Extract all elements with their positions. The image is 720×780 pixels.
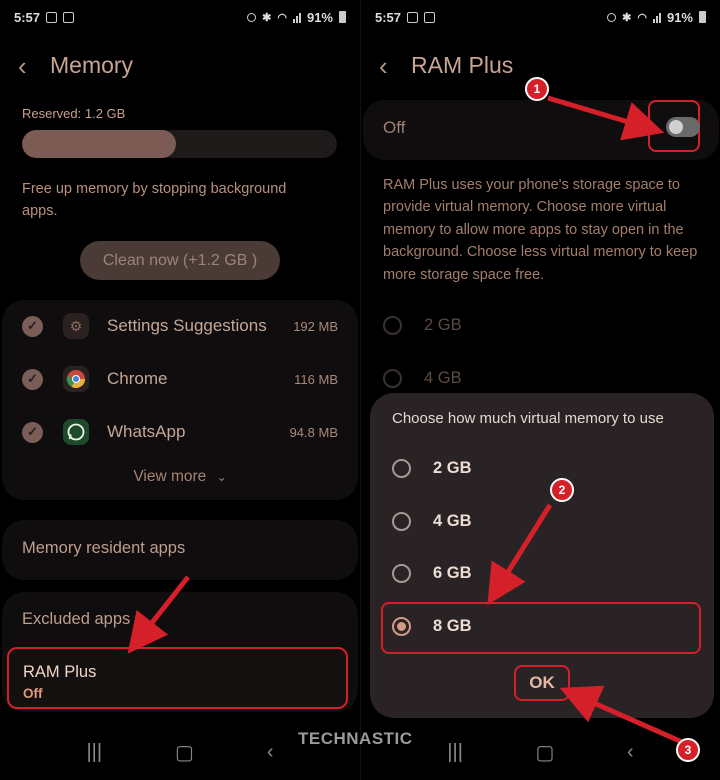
option-label: 4 GB [433,512,472,530]
gallery-icon [46,11,58,23]
bg-option-label: 2 GB [424,316,462,334]
option-2gb[interactable]: 2 GB [392,459,472,478]
checkbox-checked-icon[interactable]: ✓ [22,315,43,337]
bg-option-2gb: 2 GB [383,316,462,335]
ok-button[interactable]: OK [514,665,570,701]
ram-plus-toggle[interactable] [666,117,700,137]
option-label: 6 GB [433,564,472,582]
view-more-button[interactable]: View more ⌄ [2,468,358,486]
battery-icon [699,11,706,23]
bg-option-label: 4 GB [424,369,462,387]
screenshot-icon [424,11,436,23]
app-row-chrome[interactable]: ✓ Chrome 116 MB [2,359,358,399]
clean-now-button[interactable]: Clean now (+1.2 GB ) [80,241,280,280]
ram-plus-screen: 5:57 ✱ ◠ 91% ‹ RAM Plus Off RAM Plus use… [360,0,720,780]
battery-percent: 91% [306,9,333,25]
checkbox-checked-icon[interactable]: ✓ [22,421,43,443]
battery-icon [339,11,346,23]
app-size: 116 MB [294,371,338,387]
radio-icon[interactable] [392,564,411,583]
annotation-highlight-8gb [381,602,701,654]
app-row-settings-suggestions[interactable]: ✓ ⚙ Settings Suggestions 192 MB [2,306,358,346]
back-nav-icon[interactable]: ‹ [267,741,274,764]
bluetooth-icon: ✱ [622,11,632,24]
toggle-knob [669,120,683,134]
memory-header: ‹ Memory [18,52,133,79]
back-nav-icon[interactable]: ‹ [627,741,634,764]
screenshot-icon [63,11,75,23]
nav-bar: ||| ▢ ‹ [361,724,720,780]
app-list-card: ✓ ⚙ Settings Suggestions 192 MB ✓ Chrome… [2,300,358,500]
recent-apps-icon[interactable]: ||| [447,741,463,764]
freeup-text: Free up memory by stopping background ap… [22,181,287,219]
page-title: RAM Plus [411,52,514,78]
app-row-whatsapp[interactable]: ✓ WhatsApp 94.8 MB [2,412,358,452]
memory-usage-bar [22,130,337,158]
annotation-badge-3: 3 [676,738,700,762]
alarm-icon [607,12,617,22]
recent-apps-icon[interactable]: ||| [86,741,102,764]
chevron-down-icon: ⌄ [216,470,227,484]
home-icon[interactable]: ▢ [175,740,194,765]
ram-plus-status: Off [23,686,43,701]
radio-icon [383,369,402,388]
radio-icon [383,316,402,335]
toggle-state-label: Off [383,118,406,137]
alarm-icon [247,12,257,22]
chrome-icon [63,366,89,392]
option-label: 2 GB [433,459,472,477]
radio-icon[interactable] [392,459,411,478]
app-name: Chrome [107,369,168,388]
bluetooth-icon: ✱ [262,11,272,24]
signal-icon [652,12,661,23]
option-4gb[interactable]: 4 GB [392,512,472,531]
settings-suggestions-icon: ⚙ [63,313,89,339]
annotation-badge-2: 2 [550,478,574,502]
ram-plus-description: RAM Plus uses your phone's storage space… [383,177,698,283]
ram-plus-item[interactable]: RAM Plus Off [7,647,348,709]
status-bar: 5:57 ✱ ◠ 91% [0,0,360,34]
whatsapp-icon [63,419,89,445]
wifi-icon: ◠ [637,11,647,24]
back-icon[interactable]: ‹ [379,53,393,79]
memory-resident-label: Memory resident apps [22,539,186,557]
home-icon[interactable]: ▢ [536,740,555,765]
wifi-icon: ◠ [277,11,287,24]
excluded-apps-item[interactable]: Excluded apps [22,610,130,629]
memory-resident-apps-item[interactable]: Memory resident apps [2,520,358,580]
annotation-badge-1: 1 [525,77,549,101]
watermark: TECHNASTIC [298,729,413,748]
app-size: 192 MB [293,318,338,334]
radio-icon[interactable] [392,512,411,531]
gallery-icon [407,11,419,23]
option-6gb[interactable]: 6 GB [392,564,472,583]
signal-icon [292,12,301,23]
ram-plus-header: ‹ RAM Plus [379,52,513,79]
back-icon[interactable]: ‹ [18,53,32,79]
view-more-label: View more [133,468,207,485]
bg-option-4gb: 4 GB [383,369,462,388]
memory-usage-fill [22,130,177,158]
app-size: 94.8 MB [289,424,338,440]
app-name: WhatsApp [107,422,186,441]
status-time: 5:57 [14,9,41,25]
status-bar: 5:57 ✱ ◠ 91% [361,0,720,34]
ram-plus-title: RAM Plus [23,663,97,681]
battery-percent: 91% [666,9,693,25]
reserved-text: Reserved: 1.2 GB [22,106,126,121]
memory-screen: 5:57 ✱ ◠ 91% ‹ Memory Reserved: 1.2 GB F… [0,0,360,780]
page-title: Memory [50,52,134,78]
checkbox-checked-icon[interactable]: ✓ [22,368,43,390]
app-name: Settings Suggestions [107,316,267,335]
status-time: 5:57 [375,9,402,25]
dialog-title: Choose how much virtual memory to use [392,410,664,427]
